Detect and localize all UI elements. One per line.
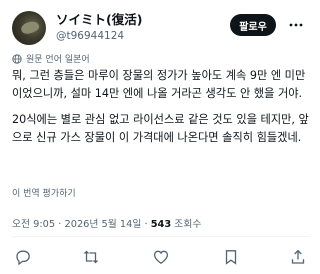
tweet-header: ソイミト(復活) @t96944124 팔로우 (12, 8, 310, 48)
translation-note: 원문 언어 일본어 (12, 52, 90, 65)
avatar[interactable] (12, 11, 46, 45)
follow-button[interactable]: 팔로우 (230, 14, 276, 36)
tweet-paragraph-2: 20식에는 별로 관심 없고 라이선스료 같은 것도 있을 테지만, 앞으로 신… (12, 113, 309, 144)
rate-translation-link[interactable]: 이 번역 평가하기 (12, 186, 76, 199)
tweet-body: 뭐, 그런 층들은 마루이 장물의 정가가 높아도 계속 9만 엔 미만이었으니… (12, 67, 312, 146)
author-names: ソイミト(復活) @t96944124 (56, 12, 142, 43)
timestamp[interactable]: 오전 9:05 · 2026년 5월 14일 · (12, 219, 151, 230)
globe-icon (12, 53, 22, 64)
like-icon[interactable] (152, 248, 170, 266)
divider (12, 236, 310, 237)
tweet-paragraph-1: 뭐, 그런 층들은 마루이 장물의 정가가 높아도 계속 9만 엔 미만이었으니… (12, 69, 306, 100)
bookmark-icon[interactable] (222, 248, 240, 266)
more-icon[interactable] (288, 19, 304, 31)
views-label: 조회수 (171, 219, 202, 230)
author-display-name[interactable]: ソイミト(復活) (56, 12, 142, 28)
retweet-icon[interactable] (82, 248, 100, 266)
action-bar (12, 248, 310, 268)
author-handle[interactable]: @t96944124 (56, 29, 142, 43)
views-count[interactable]: 543 (151, 219, 171, 230)
share-icon[interactable] (289, 248, 307, 266)
translation-note-text: 원문 언어 일본어 (26, 55, 90, 65)
reply-icon[interactable] (14, 248, 32, 266)
tweet-meta: 오전 9:05 · 2026년 5월 14일 · 543 조회수 (12, 216, 201, 230)
